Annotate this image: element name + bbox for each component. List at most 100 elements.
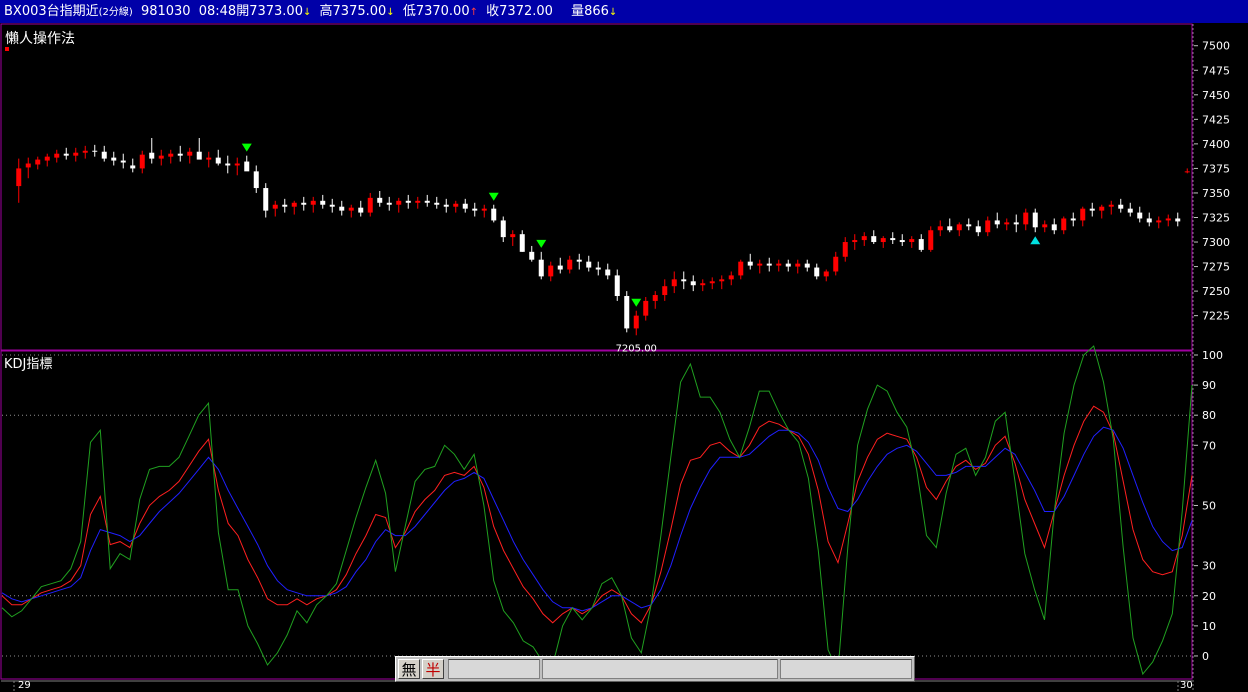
candle	[329, 198, 335, 213]
candle	[139, 150, 145, 174]
candle	[73, 147, 79, 162]
candle-body	[538, 259, 544, 277]
half-button[interactable]: 半	[422, 659, 444, 679]
price-tick-label: 7300	[1202, 236, 1230, 249]
candle	[681, 271, 687, 290]
candlestick-series[interactable]	[16, 137, 1190, 336]
candle-body	[415, 200, 421, 203]
candle-body	[1061, 218, 1067, 231]
candle	[918, 234, 924, 252]
candle-body	[1146, 218, 1152, 223]
candle	[472, 202, 478, 217]
candle-body	[92, 150, 98, 152]
kdj-series[interactable]	[1, 345, 1193, 676]
candle-body	[491, 208, 497, 221]
candle-body	[253, 171, 259, 189]
candle	[272, 200, 278, 217]
candle-body	[1156, 220, 1162, 223]
candle	[662, 279, 668, 301]
time-label: 08:48	[198, 4, 237, 19]
candle	[500, 216, 506, 243]
candle	[1080, 206, 1086, 227]
x-axis-end-label: 30	[1180, 680, 1193, 691]
candle-body	[196, 151, 202, 160]
price-tick-label: 7375	[1202, 162, 1230, 175]
bottom-toolbar: 無 半	[395, 656, 915, 682]
candle-body	[738, 261, 744, 276]
candle-body	[909, 239, 915, 243]
candle	[244, 155, 250, 172]
candle	[196, 137, 202, 160]
price-tick-label: 7250	[1202, 285, 1230, 298]
candle-body	[1175, 218, 1181, 222]
candle	[975, 220, 981, 237]
candle	[1070, 212, 1076, 227]
candle-body	[576, 259, 582, 262]
candle-body	[358, 207, 364, 213]
candle-body	[386, 202, 392, 205]
candle-body	[842, 242, 848, 257]
candle	[1013, 214, 1019, 233]
price-tick-label: 7450	[1202, 89, 1230, 102]
kdj-axis: 0 10 20 30 50 70 80 90 100	[2, 349, 1223, 663]
candle-body	[405, 200, 411, 203]
sell-signal-icon	[536, 239, 547, 248]
candle-body	[82, 150, 88, 153]
candle	[386, 196, 392, 211]
candle	[795, 259, 801, 274]
candle	[82, 145, 88, 159]
candle-body	[918, 239, 924, 250]
candle	[405, 194, 411, 209]
candle	[358, 200, 364, 217]
candle	[282, 198, 288, 213]
candle	[985, 216, 991, 237]
candle	[310, 196, 316, 213]
j-line	[1, 345, 1193, 676]
candle-body	[652, 295, 658, 301]
candle	[54, 149, 60, 163]
candle-body	[975, 226, 981, 233]
candle	[852, 234, 858, 250]
candle-body	[130, 165, 136, 169]
candle-body	[1004, 222, 1010, 225]
title-bar: BX003台指期近(2分線) 981030 08:48開7373.00↓ 高73…	[0, 0, 1248, 23]
candle	[709, 277, 715, 290]
candle	[481, 204, 487, 218]
price-tick-label: 7350	[1202, 187, 1230, 200]
candle	[35, 156, 41, 170]
candle	[994, 212, 1000, 229]
scroll-segment[interactable]	[448, 659, 540, 679]
candle-body	[1089, 208, 1095, 211]
candle-body	[852, 240, 858, 243]
price-tick-label: 7475	[1202, 64, 1230, 77]
candle	[633, 310, 639, 336]
candle	[187, 147, 193, 164]
candle	[1146, 212, 1152, 227]
candle	[1108, 200, 1114, 215]
candle-body	[880, 238, 886, 243]
candle-body	[776, 263, 782, 266]
kdj-tick-label: 10	[1202, 620, 1216, 633]
candle-body	[671, 279, 677, 287]
candle-body	[519, 234, 525, 252]
panel-marker-icon	[5, 47, 9, 51]
price-tick-label: 7325	[1202, 211, 1230, 224]
candle-body	[557, 265, 563, 270]
candle	[823, 269, 829, 282]
candle	[130, 158, 136, 173]
scroll-thumb[interactable]	[542, 659, 778, 679]
candle-body	[595, 267, 601, 270]
candle	[1032, 208, 1038, 233]
none-button[interactable]: 無	[398, 659, 420, 679]
candle-body	[187, 151, 193, 156]
candle	[880, 236, 886, 248]
candle	[206, 151, 212, 168]
candle-body	[301, 202, 307, 205]
scroll-segment[interactable]	[780, 659, 912, 679]
candle	[168, 149, 174, 164]
candle-body	[472, 208, 478, 211]
chart-canvas[interactable]: 7225 7250 7275 7300 7325 7350 7375 7400 7425 7450…	[0, 23, 1248, 692]
candle	[158, 149, 164, 166]
candle	[1184, 168, 1190, 174]
candle-body	[453, 203, 459, 207]
